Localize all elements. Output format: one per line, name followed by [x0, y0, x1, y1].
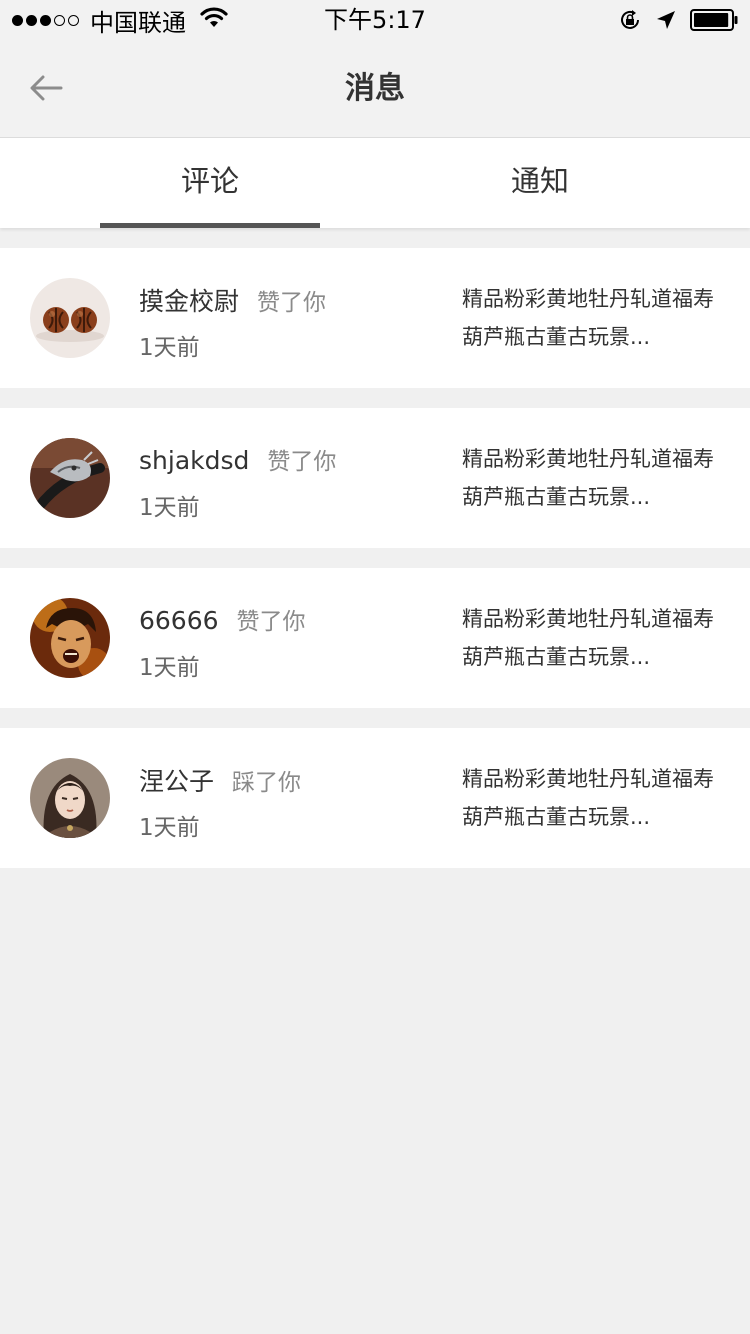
post-excerpt[interactable]: 精品粉彩黄地牡丹轧道福寿葫芦瓶古董古玩景...	[462, 760, 724, 836]
message-header: 摸金校尉 赞了你	[139, 282, 326, 318]
location-arrow-icon	[656, 10, 676, 30]
status-bar: 中国联通 下午5:17	[0, 0, 750, 40]
message-item[interactable]: 摸金校尉 赞了你 1天前 精品粉彩黄地牡丹轧道福寿葫芦瓶古董古玩景...	[0, 248, 750, 388]
tab-notices[interactable]: 通知	[430, 138, 650, 228]
silver-dragon-avatar[interactable]	[30, 438, 110, 518]
battery-icon	[690, 9, 738, 31]
message-item[interactable]: shjakdsd 赞了你 1天前 精品粉彩黄地牡丹轧道福寿葫芦瓶古董古玩景...	[0, 408, 750, 548]
message-time: 1天前	[139, 495, 200, 521]
message-item[interactable]: 66666 赞了你 1天前 精品粉彩黄地牡丹轧道福寿葫芦瓶古董古玩景...	[0, 568, 750, 708]
anime-girl-avatar[interactable]	[30, 758, 110, 838]
shouting-man-avatar[interactable]	[30, 598, 110, 678]
action-text: 赞了你	[257, 290, 327, 316]
rotation-lock-icon	[618, 8, 642, 32]
action-text: 赞了你	[267, 449, 337, 475]
action-text: 踩了你	[232, 770, 302, 796]
walnut-beads-avatar[interactable]	[30, 278, 110, 358]
message-header: 66666 赞了你	[139, 602, 306, 638]
message-item[interactable]: 涅公子 踩了你 1天前 精品粉彩黄地牡丹轧道福寿葫芦瓶古董古玩景...	[0, 728, 750, 868]
message-time: 1天前	[139, 335, 200, 361]
post-excerpt[interactable]: 精品粉彩黄地牡丹轧道福寿葫芦瓶古董古玩景...	[462, 440, 724, 516]
action-text: 赞了你	[236, 609, 306, 635]
user-name[interactable]: 66666	[139, 606, 219, 635]
page-title: 消息	[345, 71, 405, 106]
message-header: 涅公子 踩了你	[139, 762, 301, 798]
tab-bar: 评论 通知	[0, 138, 750, 228]
back-arrow-icon	[30, 75, 63, 101]
message-time: 1天前	[139, 655, 200, 681]
tab-comments[interactable]: 评论	[100, 138, 320, 228]
message-list: 摸金校尉 赞了你 1天前 精品粉彩黄地牡丹轧道福寿葫芦瓶古董古玩景... shj…	[0, 228, 750, 868]
post-excerpt[interactable]: 精品粉彩黄地牡丹轧道福寿葫芦瓶古董古玩景...	[462, 280, 724, 356]
navigation-bar: 消息	[0, 40, 750, 138]
post-excerpt[interactable]: 精品粉彩黄地牡丹轧道福寿葫芦瓶古董古玩景...	[462, 600, 724, 676]
user-name[interactable]: 涅公子	[139, 762, 214, 798]
message-header: shjakdsd 赞了你	[139, 442, 336, 478]
message-time: 1天前	[139, 815, 200, 841]
back-button[interactable]	[26, 68, 66, 108]
user-name[interactable]: 摸金校尉	[139, 282, 239, 318]
user-name[interactable]: shjakdsd	[139, 446, 249, 475]
status-right	[604, 4, 738, 36]
